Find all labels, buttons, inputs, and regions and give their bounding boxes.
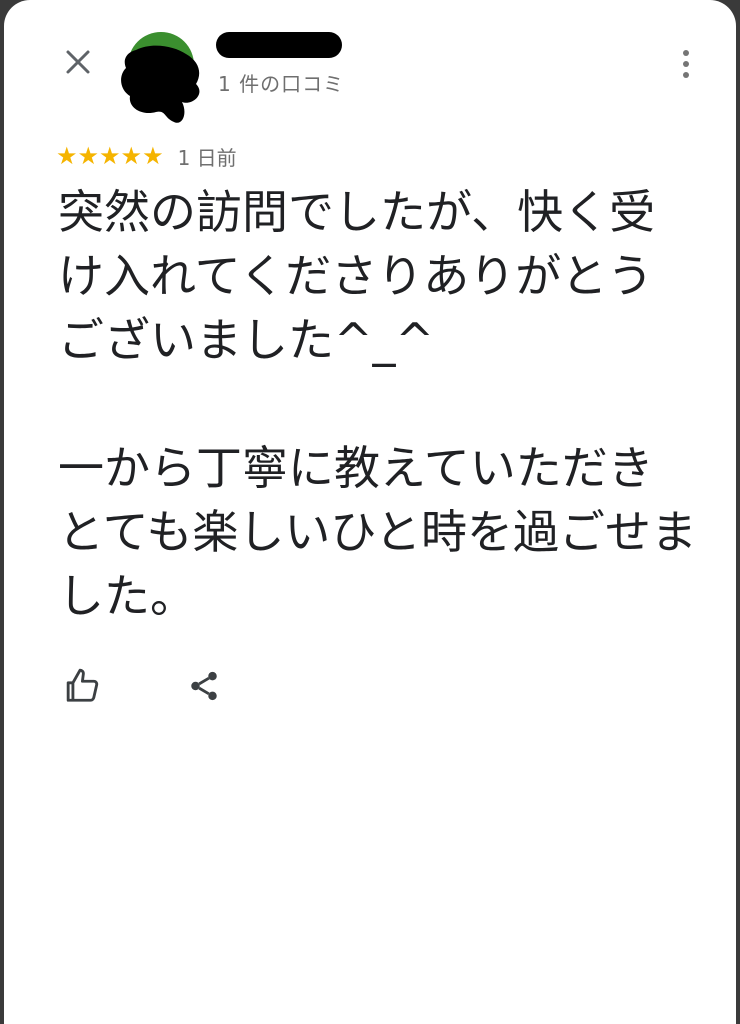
review-date: 1 日前 xyxy=(177,145,237,170)
share-button[interactable] xyxy=(180,662,228,710)
close-button[interactable] xyxy=(56,40,100,84)
more-vert-icon-dot xyxy=(683,61,689,67)
review-text: 突然の訪問でしたが、快く受け入れてくださりありがとうございました^_^ 一から丁… xyxy=(58,185,697,623)
more-vert-icon xyxy=(683,50,689,56)
review-actions xyxy=(60,662,228,710)
avatar-redaction xyxy=(121,45,200,123)
thumb-up-icon xyxy=(66,668,99,702)
share-icon xyxy=(191,671,217,701)
reviewer-name-redacted xyxy=(216,32,342,58)
review-sheet: 1 件の口コミ ★★★★★ 1 日前 突然の訪問でしたが、快く受け入れてくださり… xyxy=(4,0,736,1024)
more-vert-icon-dot xyxy=(683,72,689,78)
like-button[interactable] xyxy=(60,662,108,710)
review-count[interactable]: 1 件の口コミ xyxy=(218,68,344,97)
more-options-button[interactable] xyxy=(668,42,704,86)
close-icon xyxy=(66,50,90,74)
star-rating: ★★★★★ xyxy=(56,142,164,170)
rating-row: ★★★★★ 1 日前 xyxy=(56,140,237,172)
